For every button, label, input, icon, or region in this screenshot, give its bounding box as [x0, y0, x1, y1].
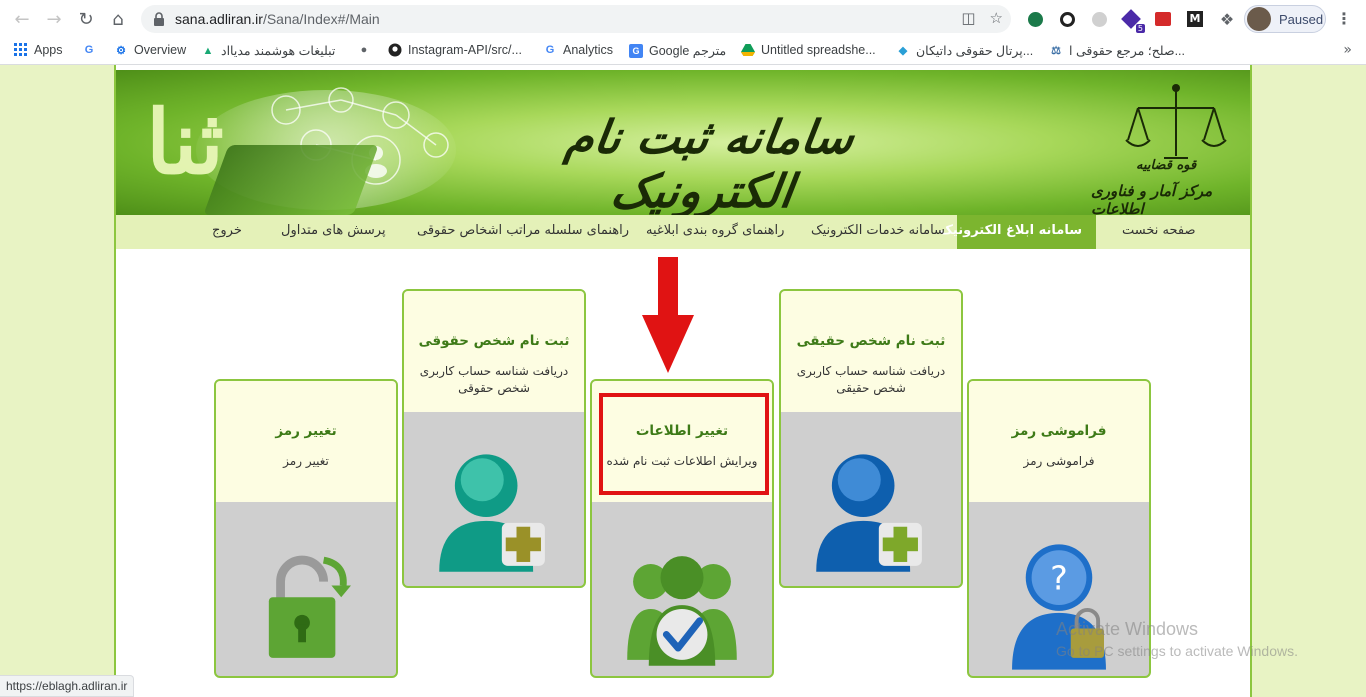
bookmark-solh[interactable]: ⚖ صلح؛ مرجع حقوقی ا... [1049, 43, 1185, 58]
extensions-row: 5 M ❖ [1024, 8, 1238, 33]
github-icon [388, 43, 402, 57]
red-arrow-annotation [642, 257, 694, 373]
add-legal-person-icon [439, 454, 545, 572]
windows-activation-subtitle: Go to PC settings to activate Windows. [1056, 643, 1298, 659]
address-bar[interactable]: sana.adliran.ir/Sana/Index#/Main ◫ ☆ [141, 5, 1011, 33]
add-natural-person-icon [816, 454, 922, 572]
profile-button[interactable]: Paused [1244, 5, 1326, 33]
card-register-natural-person[interactable]: ثبت نام شخص حقیقی دریافت شناسه حساب کارب… [779, 289, 963, 588]
card-register-legal-person[interactable]: ثبت نام شخص حقوقی دریافت شناسه حساب کارب… [402, 289, 586, 588]
card-title: ثبت نام شخص حقوقی [418, 333, 570, 349]
bookmark-instagram-api[interactable]: Instagram-API/src/... [388, 43, 522, 57]
bookmark-apps[interactable]: Apps [14, 43, 63, 57]
browser-toolbar: ← → ↻ ⌂ sana.adliran.ir/Sana/Index#/Main… [0, 0, 1366, 38]
menu-item-e-services[interactable]: سامانه خدمات الکترونیک [797, 215, 959, 249]
google-icon: G [84, 44, 94, 56]
menu-item-notice-grouping-guide[interactable]: راهنمای گروه بندی ابلاغیه [632, 215, 798, 249]
tablet-graphic [203, 145, 379, 215]
bookmark-datican[interactable]: ◆ پرتال حقوقی داتیکان... [896, 43, 1033, 58]
svg-text:?: ? [1050, 558, 1068, 597]
bookmark-google[interactable]: G [82, 43, 96, 57]
bookmark-overview[interactable]: ⚙ Overview [114, 43, 186, 57]
menu-item-faq[interactable]: پرسش های متداول [267, 215, 400, 249]
drive-icon [741, 43, 755, 57]
bookmark-spreadsheet[interactable]: Untitled spreadshe... [741, 43, 876, 57]
apps-grid-icon [14, 43, 28, 57]
home-icon[interactable]: ⌂ [102, 3, 134, 35]
bookmark-analytics[interactable]: G Analytics [543, 43, 613, 57]
google-icon: G [545, 44, 555, 56]
bookmark-star-icon[interactable]: ☆ [990, 9, 1003, 27]
card-subtitle: فراموشی رمز [1023, 454, 1095, 468]
banner-logo-letters: ثنا [146, 90, 224, 194]
card-title: تغییر رمز [275, 423, 337, 439]
reload-icon[interactable]: ↻ [70, 3, 102, 35]
diamond-icon: ◆ [898, 45, 908, 57]
bookmark-globe[interactable]: ● [357, 43, 371, 57]
bookmarks-bar: Apps G ⚙ Overview ▲ تبلیغات هوشمند مدیاا… [0, 38, 1366, 65]
url-text: sana.adliran.ir/Sana/Index#/Main [175, 11, 380, 27]
extension-gray-icon[interactable] [1088, 8, 1110, 30]
overview-icon: ⚙ [116, 44, 126, 57]
browser-menu-icon[interactable]: ⋮ [1336, 9, 1352, 28]
card-subtitle: تغییر رمز [283, 454, 329, 468]
card-subtitle: دریافت شناسه حساب کاربری شخص حقوقی [419, 364, 569, 395]
edit-info-icon [627, 556, 737, 666]
card-subtitle: دریافت شناسه حساب کاربری شخص حقیقی [796, 364, 946, 395]
bookmark-mediaad[interactable]: ▲ تبلیغات هوشمند مدیااد [201, 43, 336, 58]
extension-badge-icon[interactable]: 5 [1120, 8, 1145, 33]
bookmark-translate[interactable]: G Google مترجم [629, 43, 726, 58]
more-bookmarks-icon[interactable]: » [1343, 42, 1352, 58]
extension-green-icon[interactable] [1024, 8, 1046, 30]
main-menu: صفحه نخست سامانه ابلاغ الکترونیک سامانه … [116, 215, 1250, 249]
mediaad-icon: ▲ [202, 44, 214, 57]
translate-page-icon[interactable]: ◫ [961, 9, 975, 27]
menu-item-e-notice[interactable]: سامانه ابلاغ الکترونیک [940, 215, 1096, 249]
extension-red-icon[interactable] [1152, 8, 1174, 30]
lock-icon [153, 12, 165, 26]
emblem-line-2: مرکز آمار و فناوری اطلاعات [1091, 182, 1213, 215]
change-password-icon [268, 555, 351, 658]
menu-item-home[interactable]: صفحه نخست [1108, 215, 1209, 249]
menu-item-logout[interactable]: خروج [198, 215, 256, 249]
translate-icon: G [629, 43, 643, 58]
forward-icon[interactable]: → [38, 3, 70, 35]
card-change-password[interactable]: تغییر رمز تغییر رمز [214, 379, 398, 678]
menu-item-legal-hierarchy-guide[interactable]: راهنمای سلسله مراتب اشخاص حقوقی [403, 215, 643, 249]
status-bar-url: https://eblagh.adliran.ir [0, 675, 135, 697]
extensions-puzzle-icon[interactable]: ❖ [1216, 8, 1238, 30]
highlight-box-annotation [599, 393, 769, 495]
back-icon[interactable]: ← [6, 3, 38, 35]
windows-activation-title: Activate Windows [1056, 619, 1199, 639]
emblem-line-1: قوه قضاییه [1136, 158, 1197, 173]
extension-circle-icon[interactable] [1056, 8, 1078, 30]
profile-status: Paused [1279, 11, 1324, 27]
scales-icon: ⚖ [1051, 45, 1061, 57]
globe-icon: ● [360, 44, 368, 56]
card-title: ثبت نام شخص حقیقی [796, 333, 946, 349]
avatar [1247, 7, 1271, 31]
card-title: فراموشی رمز [1011, 423, 1107, 439]
extension-m-icon[interactable]: M [1184, 8, 1206, 30]
banner-title: سامانه ثبت نام الکترونیک [562, 110, 858, 215]
site-banner: ثنا سامانه ثبت نام الکترونیک قوه قضاییه [116, 70, 1250, 215]
